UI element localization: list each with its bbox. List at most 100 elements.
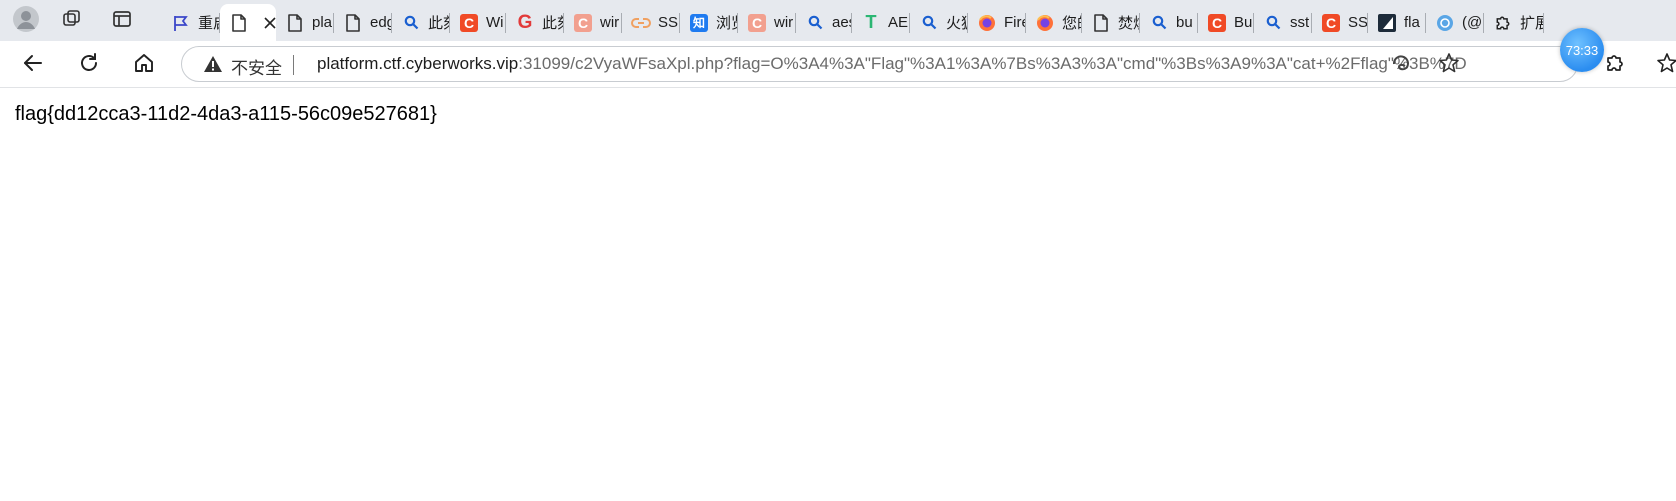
tab-title: fla	[1404, 14, 1420, 31]
tab[interactable]: 焚烧	[1082, 4, 1140, 41]
page-content: flag{dd12cca3-11d2-4da3-a115-56c09e52768…	[0, 88, 1676, 501]
tab[interactable]: C Bu	[1198, 4, 1254, 41]
tab-separator	[1543, 13, 1544, 33]
edge-icon	[1390, 52, 1412, 79]
tab-actions-button[interactable]	[106, 5, 138, 37]
tab[interactable]: C Wi	[450, 4, 506, 41]
address-bar[interactable]: 不安全 platform.ctf.cyberworks.vip:31099/c2…	[181, 46, 1578, 82]
tab[interactable]: 重启	[162, 4, 220, 41]
arrow-left-icon	[22, 52, 44, 79]
puzzle-icon	[1604, 52, 1626, 79]
tab[interactable]: Cwir	[738, 4, 796, 41]
security-indicator[interactable]: 不安全	[203, 54, 282, 79]
favorite-button[interactable]	[1437, 52, 1461, 79]
tab[interactable]: Cwir	[564, 4, 622, 41]
tab[interactable]: C SST	[1312, 4, 1368, 41]
vertical-tabs-icon	[112, 9, 132, 34]
workspaces-button[interactable]	[56, 5, 88, 37]
search-icon	[1149, 13, 1169, 33]
security-label: 不安全	[231, 59, 282, 78]
zhihu-icon: 知	[689, 13, 709, 33]
globe-icon	[1435, 13, 1455, 33]
t-logo-icon: T	[865, 12, 877, 32]
tab[interactable]: 扩展	[1484, 4, 1544, 41]
close-icon[interactable]	[264, 15, 276, 31]
tab-title: 此刻	[428, 15, 450, 32]
page-icon	[343, 13, 363, 33]
tab[interactable]: sst	[1254, 4, 1312, 41]
link-icon	[631, 13, 651, 33]
tab[interactable]: 知浏览	[680, 4, 738, 41]
flag-text: flag{dd12cca3-11d2-4da3-a115-56c09e52768…	[15, 103, 437, 125]
tab-title: sst	[1290, 14, 1310, 31]
profile-avatar-button[interactable]	[10, 5, 42, 37]
url-path: :31099/c2VyaWFsaXpl.php?flag=O%3A4%3A"Fl…	[518, 54, 1467, 73]
csdn-icon: C	[1321, 13, 1341, 33]
home-icon	[133, 52, 155, 79]
search-icon	[919, 13, 939, 33]
tab[interactable]: 您的	[1026, 4, 1082, 41]
firefox-icon	[977, 13, 997, 33]
back-button[interactable]	[16, 48, 50, 82]
tab-title: pla	[312, 14, 333, 31]
tab[interactable]: G 此刻	[506, 4, 564, 41]
refresh-icon	[78, 52, 100, 79]
tab[interactable]: edg	[334, 4, 392, 41]
tab[interactable]: SSL	[622, 4, 680, 41]
tab-title: Fire	[1004, 14, 1026, 31]
tab-title: 焚烧	[1118, 15, 1140, 32]
tab-title: Wi	[486, 14, 504, 31]
warning-icon	[203, 55, 223, 78]
home-button[interactable]	[127, 48, 161, 82]
tab-title: SST	[1348, 14, 1368, 31]
page-icon	[285, 13, 305, 33]
slash-logo-icon	[1377, 13, 1397, 33]
favorites-button[interactable]	[1650, 48, 1676, 82]
refresh-button[interactable]	[72, 48, 106, 82]
flag-icon	[171, 13, 191, 33]
firefox-icon	[1035, 13, 1055, 33]
url-host: platform.ctf.cyberworks.vip	[317, 54, 519, 73]
tab-title: Bu	[1234, 14, 1253, 31]
tab-active[interactable]	[220, 4, 276, 41]
address-divider	[293, 55, 294, 75]
avatar-icon	[13, 5, 39, 37]
workspaces-icon	[61, 8, 83, 35]
tab[interactable]: bu	[1140, 4, 1198, 41]
url-text[interactable]: platform.ctf.cyberworks.vip:31099/c2VyaW…	[317, 54, 1617, 74]
tab-title: 此刻	[542, 15, 564, 32]
csdn-icon: C	[747, 13, 767, 33]
tab-title: 浏览	[716, 15, 738, 32]
tab-title: bu	[1176, 14, 1193, 31]
tab[interactable]: T AE	[852, 4, 910, 41]
tab[interactable]: 此刻	[392, 4, 450, 41]
tab-strip: 重启plaedg此刻CWiG此刻CwirSSL知浏览CwiraesTAE火狐Fi…	[0, 0, 1676, 41]
csdn-icon: C	[1207, 13, 1227, 33]
page-icon	[1091, 13, 1111, 33]
g-logo-icon: G	[517, 11, 533, 33]
edge-browser-button[interactable]	[1389, 53, 1413, 77]
tab-list: 重启plaedg此刻CWiG此刻CwirSSL知浏览CwiraesTAE火狐Fi…	[162, 0, 1676, 41]
tab-title: wir	[600, 14, 620, 31]
star-icon	[1438, 52, 1460, 79]
tab-title: SSL	[658, 14, 680, 31]
tab[interactable]: aes	[796, 4, 852, 41]
page-icon	[229, 13, 249, 33]
tab-title: 火狐	[946, 15, 968, 32]
tab-title: 扩展	[1520, 15, 1544, 32]
tab-title: aes	[832, 14, 852, 31]
favorites-star-icon	[1656, 52, 1676, 79]
tab[interactable]: fla	[1368, 4, 1426, 41]
tab[interactable]: pla	[276, 4, 334, 41]
csdn-icon: C	[573, 13, 593, 33]
tab-title: 重启	[198, 15, 220, 32]
tab[interactable]: 火狐	[910, 4, 968, 41]
search-icon	[1263, 13, 1283, 33]
tab[interactable]: Fire	[968, 4, 1026, 41]
puzzle-icon	[1493, 13, 1513, 33]
tab-title: edg	[370, 14, 392, 31]
tab[interactable]: (@	[1426, 4, 1484, 41]
tab-title: (@	[1462, 14, 1483, 31]
csdn-icon: C	[459, 13, 479, 33]
timer-badge[interactable]: 73:33	[1560, 28, 1604, 72]
